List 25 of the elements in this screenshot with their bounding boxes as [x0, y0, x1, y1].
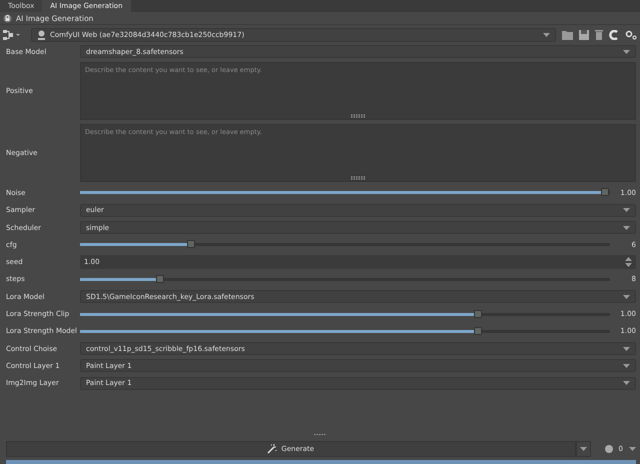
connection-icon[interactable]	[3, 30, 21, 40]
splitter-handle-icon[interactable]	[314, 433, 326, 436]
caret-icon	[623, 50, 630, 54]
queue-icon	[604, 444, 613, 452]
folder-icon[interactable]	[562, 30, 573, 40]
caret-icon	[623, 381, 630, 386]
slider-thumb[interactable]	[156, 274, 164, 283]
caret-icon	[623, 208, 630, 212]
lock-icon	[3, 14, 12, 22]
caret-icon[interactable]	[629, 446, 636, 450]
trash-icon[interactable]	[595, 30, 603, 40]
slider-thumb[interactable]	[600, 188, 609, 196]
resize-handle-icon[interactable]	[351, 176, 365, 180]
caret-icon	[623, 294, 630, 299]
spin-arrows-icon[interactable]	[625, 257, 632, 268]
dropdown-button[interactable]	[576, 440, 591, 456]
save-icon[interactable]	[579, 30, 589, 40]
slider-thumb[interactable]	[187, 240, 196, 248]
caret-icon	[623, 226, 630, 230]
caret-icon	[543, 33, 550, 37]
magic-wand-icon	[267, 444, 278, 454]
caret-icon	[580, 446, 587, 450]
caret-icon	[623, 346, 630, 351]
caret-icon	[623, 364, 630, 368]
resize-handle-icon[interactable]	[351, 114, 365, 118]
